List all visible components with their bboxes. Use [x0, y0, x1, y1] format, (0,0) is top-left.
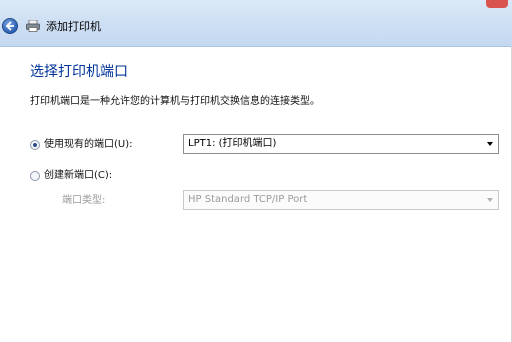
window-title: 添加打印机	[46, 20, 101, 33]
printer-icon	[26, 20, 40, 32]
existing-port-value: LPT1: (打印机端口)	[188, 138, 277, 149]
port-type-label: 端口类型:	[62, 195, 106, 206]
port-type-value: HP Standard TCP/IP Port	[188, 194, 308, 205]
chevron-down-icon	[487, 198, 493, 202]
use-existing-port-radio[interactable]	[30, 140, 40, 150]
back-arrow-icon	[5, 21, 14, 31]
create-new-port-radio[interactable]	[30, 171, 40, 181]
existing-port-select[interactable]: LPT1: (打印机端口)	[183, 134, 499, 154]
page-heading: 选择打印机端口	[30, 64, 128, 80]
back-button[interactable]	[2, 18, 18, 34]
use-existing-port-label[interactable]: 使用现有的端口(U):	[44, 139, 133, 151]
close-button[interactable]	[486, 0, 508, 8]
port-type-select[interactable]: HP Standard TCP/IP Port	[183, 190, 499, 210]
title-bar: 添加打印机	[0, 0, 512, 47]
page-description: 打印机端口是一种允许您的计算机与打印机交换信息的连接类型。	[30, 96, 320, 107]
chevron-down-icon	[487, 142, 493, 146]
create-new-port-label[interactable]: 创建新端口(C):	[44, 170, 112, 182]
